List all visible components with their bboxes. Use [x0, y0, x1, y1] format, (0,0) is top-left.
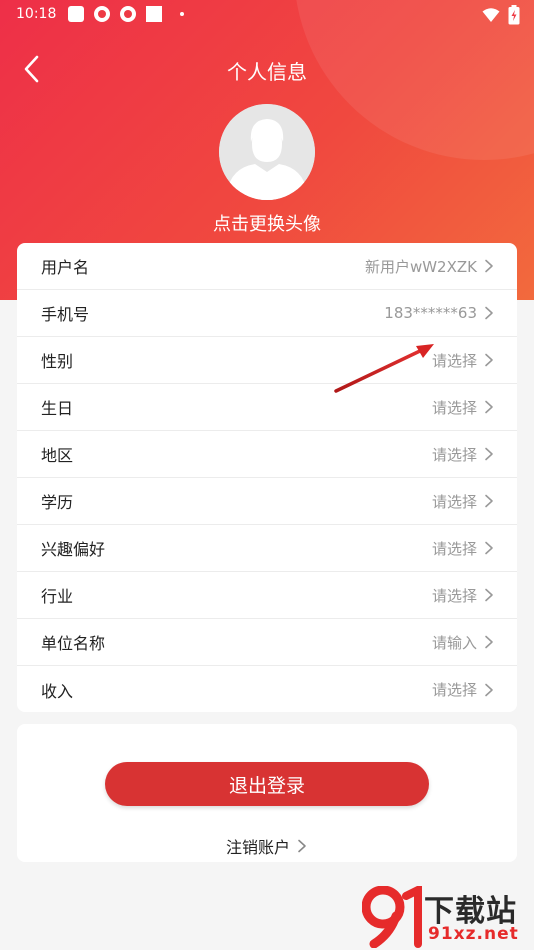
row-label: 手机号 [41, 305, 90, 324]
page-title: 个人信息 [227, 60, 307, 84]
status-notification-icons [68, 6, 184, 22]
row-value-group: 请选择 [432, 444, 495, 465]
chevron-right-icon [485, 353, 493, 367]
row-label: 行业 [41, 587, 74, 606]
row-value-group: 请输入 [432, 632, 495, 653]
row-value: 请选择 [431, 445, 477, 464]
row-value-group: 新用户wW2XZK [365, 256, 495, 277]
profile-row[interactable]: 兴趣偏好 请选择 [17, 525, 517, 572]
row-value-group: 请选择 [432, 491, 495, 512]
annotation-arrow [334, 344, 434, 393]
row-label: 单位名称 [41, 634, 106, 653]
profile-row[interactable]: 地区 请选择 [17, 431, 517, 478]
row-label: 用户名 [41, 258, 90, 277]
wifi-icon [482, 8, 500, 22]
profile-row[interactable]: 用户名 新用户wW2XZK [17, 243, 517, 290]
chevron-right-icon [485, 447, 493, 461]
row-value-group: 请选择 [432, 538, 495, 559]
battery-icon [508, 5, 520, 25]
status-bar: 10:18 [0, 0, 534, 30]
row-value: 请选择 [431, 492, 477, 511]
profile-row[interactable]: 单位名称 请输入 [17, 619, 517, 666]
chevron-right-icon [485, 588, 493, 602]
row-label: 性别 [41, 352, 74, 371]
profile-row[interactable]: 行业 请选择 [17, 572, 517, 619]
chevron-right-icon [485, 683, 493, 696]
chevron-right-icon [485, 306, 493, 320]
status-time: 10:18 [16, 6, 57, 22]
row-value: 新用户wW2XZK [364, 257, 477, 276]
row-value: 请选择 [431, 681, 477, 699]
row-label: 学历 [41, 493, 74, 512]
profile-row[interactable]: 收入 请选择 [17, 666, 517, 712]
row-label: 生日 [41, 399, 74, 418]
cancel-account-link[interactable]: 注销账户 [17, 834, 517, 858]
watermark-logo: 下载站 91xz.net [362, 886, 532, 948]
chevron-right-icon [485, 259, 493, 273]
row-value-group: 请选择 [432, 679, 495, 700]
notification-square-icon [68, 6, 84, 22]
cancel-account-label: 注销账户 [225, 838, 290, 857]
profile-row[interactable]: 性别 请选择 [17, 337, 517, 384]
default-user-icon [219, 104, 315, 200]
profile-row[interactable]: 学历 请选择 [17, 478, 517, 525]
chevron-right-icon [485, 400, 493, 414]
profile-row[interactable]: 手机号 183******63 [17, 290, 517, 337]
account-actions-card: 退出登录 注销账户 [17, 724, 517, 862]
app-icon [120, 6, 136, 22]
row-value-group: 请选择 [432, 397, 495, 418]
chevron-right-icon [298, 839, 306, 853]
profile-row[interactable]: 生日 请选择 [17, 384, 517, 431]
row-label: 兴趣偏好 [41, 540, 106, 559]
chevron-right-icon [485, 541, 493, 555]
change-avatar-hint[interactable]: 点击更换头像 [0, 210, 534, 236]
row-value: 请选择 [431, 539, 477, 558]
row-value: 请输入 [431, 633, 477, 652]
dot-icon [180, 12, 184, 16]
watermark-url: 91xz.net [428, 924, 519, 944]
row-label: 地区 [41, 446, 74, 465]
row-value-group: 请选择 [432, 350, 495, 371]
row-value-group: 请选择 [432, 585, 495, 606]
row-value: 183******63 [384, 304, 477, 322]
status-right-icons [482, 5, 520, 25]
row-value-group: 183******63 [384, 304, 495, 322]
chevron-right-icon [485, 494, 493, 508]
row-label: 收入 [41, 681, 74, 701]
app-icon [94, 6, 110, 22]
row-value: 请选择 [431, 586, 477, 605]
logout-button[interactable]: 退出登录 [105, 762, 429, 806]
watermark-91-icon [362, 886, 422, 948]
profile-info-card: 用户名 新用户wW2XZK 手机号 183******63 性别 请选择 生日 请选择 地区 请选… [17, 243, 517, 712]
chevron-right-icon [485, 635, 493, 649]
avatar[interactable] [219, 104, 315, 200]
notification-square-icon [146, 6, 162, 22]
row-value: 请选择 [431, 398, 477, 417]
